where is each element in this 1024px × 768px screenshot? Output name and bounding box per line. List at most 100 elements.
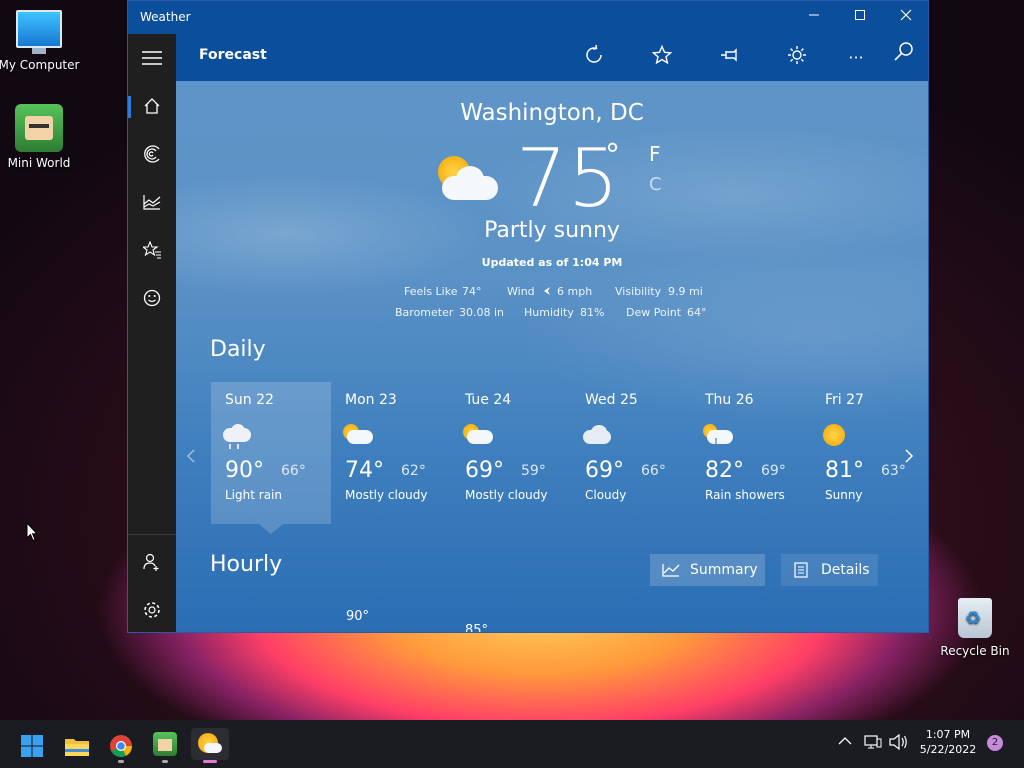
favorite-star-icon [651,44,673,65]
summary-label: Summary [690,562,758,578]
show-hidden-icons-button[interactable] [838,736,852,749]
cloudy-icon [583,424,611,444]
nav-maps[interactable] [128,132,176,176]
day-high: 69° [465,458,504,483]
desktop-icon-mini-world[interactable]: Mini World [0,104,82,170]
daily-card[interactable]: Wed 25 69° 66° Cloudy [571,382,691,524]
day-high: 82° [705,458,744,483]
chevron-left-icon [186,449,195,463]
settings-icon [144,602,160,618]
mini-world-icon [153,732,177,756]
nav-favorites[interactable] [128,228,176,272]
rain-showers-icon [703,424,733,444]
page-title: Forecast [199,47,267,63]
start-icon [21,734,43,757]
taskbar-file-explorer[interactable] [61,728,93,760]
day-low: 66° [281,463,306,479]
detail-value: 81% [580,306,605,319]
sidebar-divider [128,534,176,535]
day-condition: Rain showers [705,488,785,502]
day-name: Sun 22 [225,392,274,408]
minimize-button[interactable] [791,1,837,34]
desktop-icon-recycle-bin[interactable]: Recycle Bin [932,598,1018,658]
details-button[interactable]: Details [781,554,878,586]
taskbar: 1:07 PM 5/22/2022 2 [0,720,1024,768]
detail-value: 9.9 mi [668,285,703,298]
hourly-temp-label: 85° [465,623,489,632]
clock-time: 1:07 PM [925,728,971,741]
day-condition: Sunny [825,488,863,502]
menu-button[interactable] [128,36,176,80]
taskbar-chrome[interactable] [105,728,137,763]
window-title: Weather [140,10,191,24]
day-high: 90° [225,458,264,483]
day-name: Fri 27 [825,392,864,408]
maximize-icon [855,10,865,20]
start-button[interactable] [16,728,48,760]
account-button[interactable] [128,540,176,584]
radar-icon [144,145,160,163]
sunny-icon [823,424,851,446]
summary-button[interactable]: Summary [650,554,765,586]
settings-button[interactable] [128,588,176,632]
pin-icon [721,48,737,62]
pin-button[interactable] [716,44,744,72]
light-rain-icon [223,424,251,449]
day-low: 59° [521,463,546,479]
detail-label: Feels Like [404,285,458,298]
favorite-button[interactable] [648,44,676,72]
refresh-button[interactable] [580,44,608,72]
maximize-button[interactable] [837,1,883,34]
nav-home[interactable] [128,84,176,128]
notification-badge[interactable]: 2 [987,735,1003,751]
nav-historical[interactable] [128,180,176,224]
taskbar-weather[interactable] [191,728,229,763]
desktop-icon-my-computer[interactable]: My Computer [0,10,82,72]
daily-card[interactable]: Sun 22 90° 66° Light rain [211,382,331,534]
location-name: Washington, DC [460,100,644,126]
nav-sidebar [128,34,176,632]
day-low: 62° [401,463,426,479]
window-titlebar[interactable]: Weather [128,1,928,34]
forecast-page: Forecast ··· Washington, DC 75 ° F C Par… [176,34,928,632]
daily-card[interactable]: Thu 26 82° 69° Rain showers [691,382,811,524]
hourly-heading: Hourly [210,552,283,577]
more-icon: ··· [848,48,864,67]
updated-time: Updated as of 1:04 PM [481,256,623,269]
unit-celsius[interactable]: C [649,174,662,195]
chrome-icon [110,734,132,757]
detail-label: Visibility [615,285,662,298]
day-condition: Light rain [225,488,282,502]
mostly-cloudy-icon [343,424,373,444]
file-explorer-icon [65,738,89,756]
more-button[interactable]: ··· [842,44,870,72]
close-button[interactable] [883,1,929,34]
clock[interactable]: 1:07 PM 5/22/2022 [912,728,984,756]
mostly-cloudy-icon [463,424,493,444]
home-icon [144,98,160,114]
volume-button[interactable] [889,733,909,753]
unit-fahrenheit[interactable]: F [649,142,661,166]
daily-heading: Daily [210,337,266,362]
search-button[interactable] [890,41,918,69]
nav-life[interactable] [128,276,176,320]
taskbar-mini-world[interactable] [149,728,181,763]
detail-value: 30.08 in [459,306,505,319]
daily-prev-button[interactable] [186,448,202,468]
daily-card[interactable]: Mon 23 74° 62° Mostly cloudy [331,382,451,524]
chevron-up-icon [838,737,852,745]
recycle-bin-icon [958,598,992,638]
day-high: 69° [585,458,624,483]
network-button[interactable] [864,734,882,753]
daily-card[interactable]: Fri 27 81° 63° Sunny [811,382,911,524]
detail-label: Humidity [524,306,574,319]
day-name: Wed 25 [585,392,638,408]
minimize-icon [809,14,819,16]
daily-card[interactable]: Tue 24 69° 59° Mostly cloudy [451,382,571,524]
line-chart-icon [662,564,680,577]
brightness-button[interactable] [783,44,811,72]
weather-window: Weather Forecast ··· Washington, DC 75 °… [127,0,929,633]
historical-chart-icon [143,195,161,210]
clock-date: 5/22/2022 [919,743,977,756]
wind-direction-icon [544,287,550,295]
